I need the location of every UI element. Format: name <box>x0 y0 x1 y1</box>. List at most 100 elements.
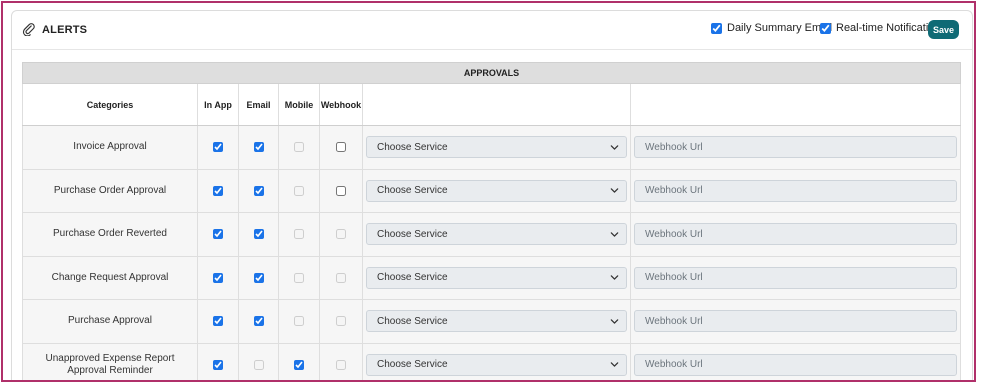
realtime-notification-option[interactable]: Real-time Notification <box>820 22 941 34</box>
in-app-cell <box>197 343 238 380</box>
category-label: Invoice Approval <box>73 141 147 153</box>
column-header-service <box>362 84 630 125</box>
webhook-checkbox <box>336 359 346 370</box>
category-label: Purchase Order Approval <box>53 184 167 196</box>
email-checkbox[interactable] <box>253 142 264 153</box>
daily-summary-option[interactable]: Daily Summary Email <box>711 22 832 34</box>
webhook-url-cell <box>630 213 961 256</box>
table-row: Purchase Approval Choose Service <box>22 300 961 344</box>
mobile-cell <box>278 300 319 343</box>
in-app-checkbox[interactable] <box>213 316 223 327</box>
webhook-url-input[interactable] <box>634 266 957 289</box>
mobile-checkbox <box>294 229 304 240</box>
alerts-header: ALERTS Daily Summary Email Real-time Not… <box>12 11 972 50</box>
mobile-cell <box>278 126 319 169</box>
mobile-checkbox <box>294 185 304 196</box>
in-app-cell <box>197 256 238 299</box>
webhook-url-input[interactable] <box>634 136 957 159</box>
column-header-email: Email <box>238 84 278 125</box>
webhook-checkbox[interactable] <box>336 185 346 196</box>
realtime-notification-label: Real-time Notification <box>836 22 941 34</box>
category-cell: Purchase Order Approval <box>22 169 197 212</box>
table-header-row: Categories In App Email Mobile Webhook <box>22 84 961 126</box>
email-checkbox[interactable] <box>253 185 264 196</box>
category-label: Unapproved Expense Report Approval Remin… <box>45 352 175 376</box>
webhook-cell <box>319 169 362 212</box>
webhook-checkbox[interactable] <box>336 142 346 153</box>
page-title: ALERTS <box>42 24 88 36</box>
choose-service-select[interactable]: Choose Service <box>366 266 627 289</box>
daily-summary-label: Daily Summary Email <box>727 22 833 34</box>
table-row: Purchase Order Approval Choose Service <box>22 169 961 213</box>
category-cell: Unapproved Expense Report Approval Remin… <box>22 343 197 380</box>
alerts-card: ALERTS Daily Summary Email Real-time Not… <box>11 10 973 380</box>
webhook-checkbox <box>336 229 346 240</box>
approvals-group-header: APPROVALS <box>22 62 961 84</box>
in-app-checkbox[interactable] <box>213 229 223 240</box>
in-app-cell <box>197 169 238 212</box>
in-app-checkbox[interactable] <box>213 185 223 196</box>
chevron-down-icon <box>610 362 619 367</box>
choose-service-label: Choose Service <box>377 185 448 197</box>
in-app-checkbox[interactable] <box>213 359 223 370</box>
service-cell: Choose Service <box>362 300 630 343</box>
webhook-cell <box>319 213 362 256</box>
email-cell <box>238 126 278 169</box>
column-header-in-app: In App <box>197 84 238 125</box>
in-app-checkbox[interactable] <box>213 272 223 283</box>
daily-summary-checkbox[interactable] <box>711 22 722 34</box>
webhook-url-input[interactable] <box>634 179 957 202</box>
mobile-cell <box>278 213 319 256</box>
chevron-down-icon <box>610 275 619 280</box>
choose-service-select[interactable]: Choose Service <box>366 310 627 333</box>
webhook-url-input[interactable] <box>634 353 957 376</box>
category-cell: Change Request Approval <box>22 256 197 299</box>
choose-service-select[interactable]: Choose Service <box>366 179 627 202</box>
webhook-url-input[interactable] <box>634 223 957 246</box>
table-row: Purchase Order Reverted Choose Service <box>22 213 961 257</box>
save-button[interactable]: Save <box>928 20 959 39</box>
service-cell: Choose Service <box>362 126 630 169</box>
mobile-cell <box>278 169 319 212</box>
webhook-url-input[interactable] <box>634 310 957 333</box>
webhook-cell <box>319 256 362 299</box>
email-checkbox[interactable] <box>253 316 264 327</box>
chevron-down-icon <box>610 145 619 150</box>
category-cell: Purchase Order Reverted <box>22 213 197 256</box>
email-cell <box>238 213 278 256</box>
column-header-webhook-url <box>630 84 961 125</box>
in-app-cell <box>197 300 238 343</box>
category-label: Purchase Order Reverted <box>53 228 167 240</box>
webhook-cell <box>319 126 362 169</box>
choose-service-select[interactable]: Choose Service <box>366 223 627 246</box>
choose-service-select[interactable]: Choose Service <box>366 136 627 159</box>
service-cell: Choose Service <box>362 169 630 212</box>
mobile-checkbox <box>294 142 304 153</box>
choose-service-label: Choose Service <box>377 141 448 153</box>
webhook-url-cell <box>630 256 961 299</box>
column-header-mobile: Mobile <box>278 84 319 125</box>
table-body: Invoice ApprovalChoose ServicePurchase O… <box>22 126 961 380</box>
webhook-checkbox <box>336 316 346 327</box>
chevron-down-icon <box>610 319 619 324</box>
email-cell <box>238 256 278 299</box>
mobile-cell <box>278 343 319 380</box>
realtime-notification-checkbox[interactable] <box>820 22 831 34</box>
mobile-checkbox <box>294 272 304 283</box>
column-header-webhook: Webhook <box>319 84 362 125</box>
approvals-table: APPROVALS Categories In App Email Mobile… <box>22 62 961 380</box>
email-checkbox[interactable] <box>253 272 264 283</box>
service-cell: Choose Service <box>362 343 630 380</box>
email-cell <box>238 169 278 212</box>
email-checkbox[interactable] <box>253 229 264 240</box>
choose-service-label: Choose Service <box>377 228 448 240</box>
in-app-cell <box>197 126 238 169</box>
in-app-checkbox[interactable] <box>213 142 223 153</box>
mobile-cell <box>278 256 319 299</box>
column-header-categories: Categories <box>22 84 197 125</box>
webhook-url-cell <box>630 126 961 169</box>
choose-service-select[interactable]: Choose Service <box>366 353 627 376</box>
table-row: Unapproved Expense Report Approval Remin… <box>22 343 961 380</box>
choose-service-label: Choose Service <box>377 315 448 327</box>
mobile-checkbox[interactable] <box>294 359 304 370</box>
